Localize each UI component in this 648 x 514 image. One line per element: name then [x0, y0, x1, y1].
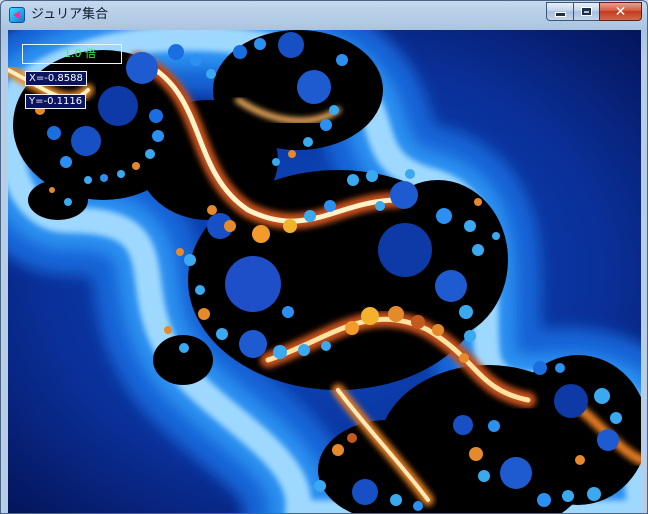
- fractal-canvas[interactable]: 1.0 倍 X=-0.8588 Y=-0.1116: [8, 30, 641, 513]
- window-controls: ✕: [546, 2, 642, 21]
- close-button[interactable]: ✕: [599, 2, 642, 21]
- x-coordinate-readout: X=-0.8588: [25, 71, 87, 86]
- minimize-button[interactable]: [546, 2, 573, 21]
- y-coordinate-readout: Y=-0.1116: [25, 94, 87, 109]
- window-title: ジュリア集合: [31, 7, 109, 22]
- title-bar[interactable]: ジュリア集合 ✕: [1, 1, 647, 29]
- julia-window: ジュリア集合 ✕ 1.0 倍 X=-0.8588 Y=-0.1116: [0, 0, 648, 514]
- maximize-icon: [582, 8, 591, 15]
- zoom-label: 1.0 倍: [64, 47, 96, 60]
- minimize-icon: [555, 13, 565, 16]
- close-icon: ✕: [614, 3, 627, 20]
- julia-app-icon[interactable]: [9, 7, 25, 23]
- maximize-button[interactable]: [573, 2, 599, 21]
- julia-set-render: [8, 30, 641, 513]
